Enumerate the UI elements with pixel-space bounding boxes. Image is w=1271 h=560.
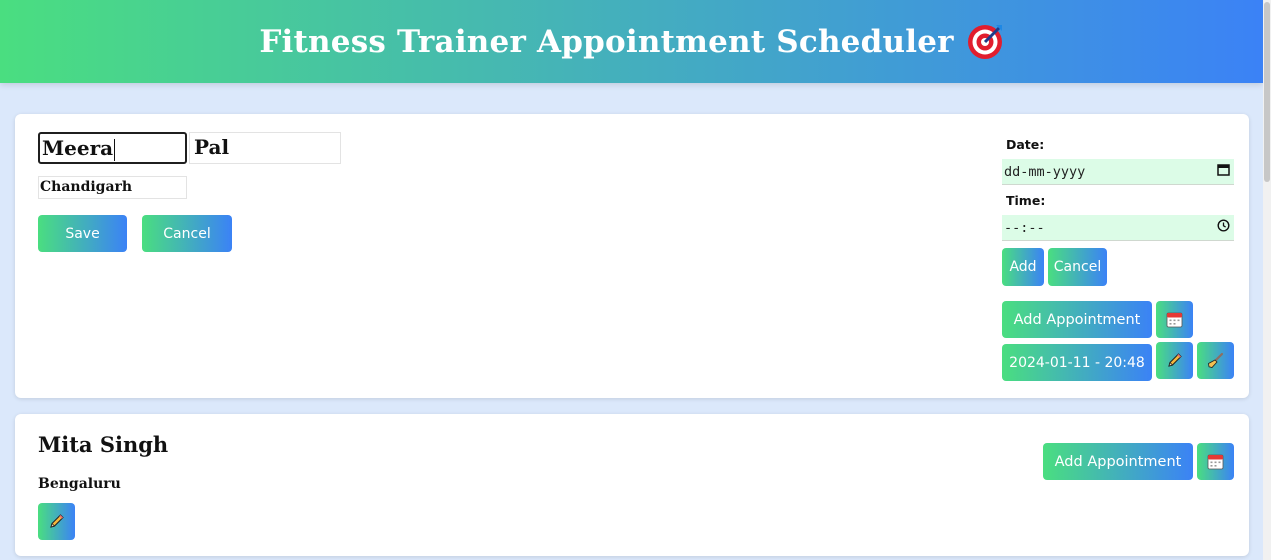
trainer-card: Meera Pal Chandigarh Save Cancel Date: d… [15,114,1249,398]
first-name-input[interactable]: Meera [38,132,187,164]
target-icon [966,23,1004,61]
app-title: Fitness Trainer Appointment Scheduler [259,23,954,60]
cancel-appointment-button[interactable]: Cancel [1048,248,1107,286]
calendar-button[interactable] [1156,301,1193,338]
last-name-input[interactable]: Pal [189,132,341,164]
delete-appointment-button[interactable] [1197,342,1234,379]
cancel-button[interactable]: Cancel [142,215,232,252]
calendar-button[interactable] [1197,443,1234,480]
app-header: Fitness Trainer Appointment Scheduler [0,0,1263,83]
time-placeholder: --:-- [1004,219,1045,236]
broom-icon [1206,351,1225,370]
pencil-icon [47,512,66,531]
page-scrollbar[interactable] [1263,0,1271,560]
add-appointment-button[interactable]: Add Appointment [1043,443,1193,480]
trainer-card: Mita Singh Bengaluru Add Appointment [15,414,1249,556]
pencil-icon [1165,351,1184,370]
date-placeholder: dd-mm-yyyy [1004,163,1086,180]
trainer-name: Mita Singh [38,432,169,457]
date-picker-input[interactable]: dd-mm-yyyy [1002,159,1234,185]
appointment-slot[interactable]: 2024-01-11 - 20:48 [1002,344,1152,381]
edit-appointment-button[interactable] [1156,342,1193,379]
add-appointment-button[interactable]: Add Appointment [1002,301,1152,338]
add-appointment-confirm-button[interactable]: Add [1002,248,1044,286]
edit-trainer-button[interactable] [38,503,75,540]
last-name-value: Pal [194,135,230,159]
text-caret [114,138,116,161]
app-title-wrap: Fitness Trainer Appointment Scheduler [259,23,1003,61]
time-label: Time: [1006,193,1046,208]
city-input[interactable]: Chandigarh [38,176,187,199]
first-name-value: Meera [42,136,114,160]
trainer-city: Bengaluru [38,476,121,492]
save-button[interactable]: Save [38,215,127,252]
calendar-icon [1206,452,1225,471]
date-label: Date: [1006,137,1045,152]
calendar-picker-icon[interactable] [1217,163,1230,180]
scrollbar-thumb[interactable] [1264,2,1270,182]
city-value: Chandigarh [40,179,133,195]
clock-icon[interactable] [1217,219,1230,236]
calendar-icon [1165,310,1184,329]
time-picker-input[interactable]: --:-- [1002,215,1234,241]
